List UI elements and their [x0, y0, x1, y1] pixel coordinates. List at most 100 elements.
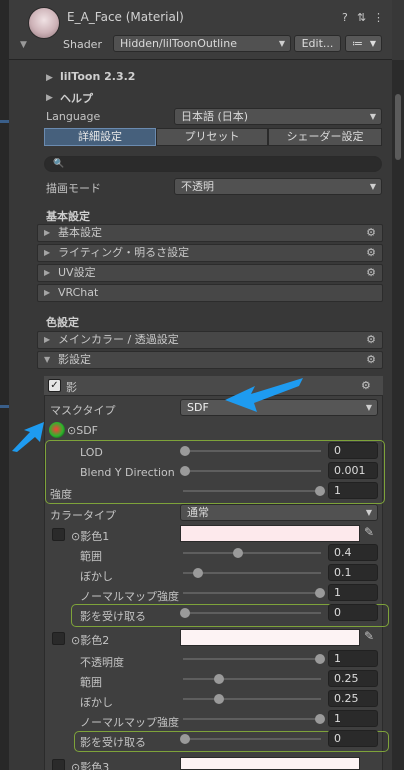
render-mode-dropdown[interactable]: 不透明 ▼: [174, 178, 382, 195]
slider-knob[interactable]: [233, 548, 243, 558]
search-icon: 🔍: [53, 159, 65, 169]
slider-knob[interactable]: [180, 608, 190, 618]
slider-knob[interactable]: [315, 486, 325, 496]
shade1-receive-shadow-value-field[interactable]: 0: [328, 604, 378, 621]
render-mode-label: 描画モード: [46, 182, 101, 195]
section-main-color[interactable]: ▶ メインカラー / 透過設定 ⚙: [37, 331, 383, 349]
shade-color-2-checkbox[interactable]: [52, 632, 65, 645]
dropdown-arrow-icon: ▼: [365, 403, 372, 412]
shade1-receive-shadow-slider[interactable]: [180, 608, 321, 618]
search-input[interactable]: 🔍: [44, 156, 382, 172]
blend-y-direction-value-field[interactable]: 0.001: [328, 462, 378, 479]
slider-knob[interactable]: [214, 694, 224, 704]
shade2-blur-value-field[interactable]: 0.25: [328, 690, 378, 707]
foldout-arrow-icon[interactable]: ▶: [46, 73, 53, 83]
help-icon[interactable]: ?: [342, 11, 348, 24]
lod-label: LOD: [80, 446, 103, 459]
sdf-label-text: SDF: [76, 424, 98, 437]
shade-color-1-swatch[interactable]: [180, 525, 360, 542]
slider-knob[interactable]: [315, 714, 325, 724]
slider-knob[interactable]: [180, 734, 190, 744]
foldout-arrow-icon[interactable]: ▶: [46, 93, 53, 103]
shade1-range-label: 範囲: [80, 550, 102, 563]
material-header: E_A_Face (Material) ? ⇅ ⋮ ▼ Shader Hidde…: [9, 0, 392, 60]
section-basic-settings[interactable]: ▶ 基本設定 ⚙: [37, 224, 383, 242]
shade2-blur-slider[interactable]: [183, 694, 321, 704]
help-foldout[interactable]: ヘルプ: [60, 90, 93, 106]
sdf-texture-icon[interactable]: [49, 422, 65, 438]
vertical-scrollbar[interactable]: [392, 60, 404, 770]
slider-knob[interactable]: [315, 654, 325, 664]
shade2-normal-strength-value-field[interactable]: 1: [328, 710, 378, 727]
shade2-range-value-field[interactable]: 0.25: [328, 670, 378, 687]
shade2-receive-shadow-slider[interactable]: [180, 734, 321, 744]
shade2-range-slider[interactable]: [183, 674, 321, 684]
shade2-opacity-label: 不透明度: [80, 656, 124, 669]
language-dropdown[interactable]: 日本語 (日本) ▼: [174, 108, 382, 125]
shade-color-3-checkbox[interactable]: [52, 759, 65, 770]
section-label: ライティング・明るさ設定: [58, 246, 190, 259]
eyedropper-icon[interactable]: ✎: [364, 629, 374, 643]
dropdown-arrow-icon: ▼: [369, 39, 376, 48]
gear-icon[interactable]: ⚙: [366, 225, 376, 241]
shader-menu-button[interactable]: ≔ ▼: [345, 35, 382, 52]
section-lighting-settings[interactable]: ▶ ライティング・明るさ設定 ⚙: [37, 244, 383, 262]
color-type-value: 通常: [187, 506, 209, 519]
scrollbar-thumb[interactable]: [395, 94, 401, 160]
gear-icon[interactable]: ⚙: [366, 352, 376, 368]
section-vrchat[interactable]: ▶ VRChat: [37, 284, 383, 302]
preset-settings-icon[interactable]: ⇅: [357, 11, 366, 24]
shade-color-2-swatch[interactable]: [180, 629, 360, 646]
tab-advanced-settings[interactable]: 詳細設定: [44, 128, 156, 146]
strength-value-field[interactable]: 1: [328, 482, 378, 499]
tab-presets[interactable]: プリセット: [156, 128, 268, 146]
foldout-arrow-icon[interactable]: ▼: [20, 40, 27, 50]
eyedropper-icon[interactable]: ✎: [364, 525, 374, 539]
gear-icon[interactable]: ⚙: [361, 379, 371, 392]
color-settings-heading: 色設定: [46, 316, 79, 329]
shade1-range-slider[interactable]: [183, 548, 321, 558]
shade1-normal-strength-slider[interactable]: [183, 588, 325, 598]
shade2-normal-strength-slider[interactable]: [183, 714, 325, 724]
left-panel-strip: [0, 0, 9, 770]
shade2-opacity-slider[interactable]: [183, 654, 325, 664]
shade1-blur-value-field[interactable]: 0.1: [328, 564, 378, 581]
slider-knob[interactable]: [193, 568, 203, 578]
color-type-dropdown[interactable]: 通常 ▼: [180, 504, 378, 521]
shader-dropdown[interactable]: Hidden/lilToonOutline ▼: [113, 35, 291, 52]
slider-knob[interactable]: [180, 446, 190, 456]
shade1-blur-slider[interactable]: [183, 568, 321, 578]
strength-slider[interactable]: [183, 486, 325, 496]
gear-icon[interactable]: ⚙: [366, 265, 376, 281]
tab-shader-settings[interactable]: シェーダー設定: [268, 128, 382, 146]
edit-shader-button[interactable]: Edit...: [294, 35, 341, 52]
language-value: 日本語 (日本): [181, 110, 249, 123]
material-title: E_A_Face (Material): [67, 10, 184, 24]
shade1-normal-strength-label: ノーマルマップ強度: [80, 590, 179, 603]
sdf-label: ⊙SDF: [67, 424, 98, 437]
lod-value-field[interactable]: 0: [328, 442, 378, 459]
lod-slider[interactable]: [180, 446, 321, 456]
shade-color-3-swatch[interactable]: [180, 757, 360, 770]
shade1-normal-strength-value-field[interactable]: 1: [328, 584, 378, 601]
section-uv-settings[interactable]: ▶ UV設定 ⚙: [37, 264, 383, 282]
slider-knob[interactable]: [180, 466, 190, 476]
render-mode-value: 不透明: [181, 180, 214, 193]
more-options-icon[interactable]: ⋮: [373, 11, 384, 24]
shade1-range-value-field[interactable]: 0.4: [328, 544, 378, 561]
shade-color-1-checkbox[interactable]: [52, 528, 65, 541]
slider-knob[interactable]: [315, 588, 325, 598]
blend-y-direction-slider[interactable]: [180, 466, 321, 476]
shadow-enable-checkbox[interactable]: ✓: [48, 379, 61, 392]
gear-icon[interactable]: ⚙: [366, 245, 376, 261]
gear-icon[interactable]: ⚙: [366, 332, 376, 348]
section-label: メインカラー / 透過設定: [58, 333, 179, 346]
material-preview-thumbnail: [28, 7, 60, 39]
shade-color-1-label: ⊙影色1: [71, 530, 110, 543]
shade2-receive-shadow-value-field[interactable]: 0: [328, 730, 378, 747]
slider-knob[interactable]: [214, 674, 224, 684]
shade2-opacity-value-field[interactable]: 1: [328, 650, 378, 667]
selection-marker: [0, 405, 9, 408]
liltoon-version-foldout[interactable]: lilToon 2.3.2: [60, 70, 135, 83]
section-shadow-settings[interactable]: ▼ 影設定 ⚙: [37, 351, 383, 369]
